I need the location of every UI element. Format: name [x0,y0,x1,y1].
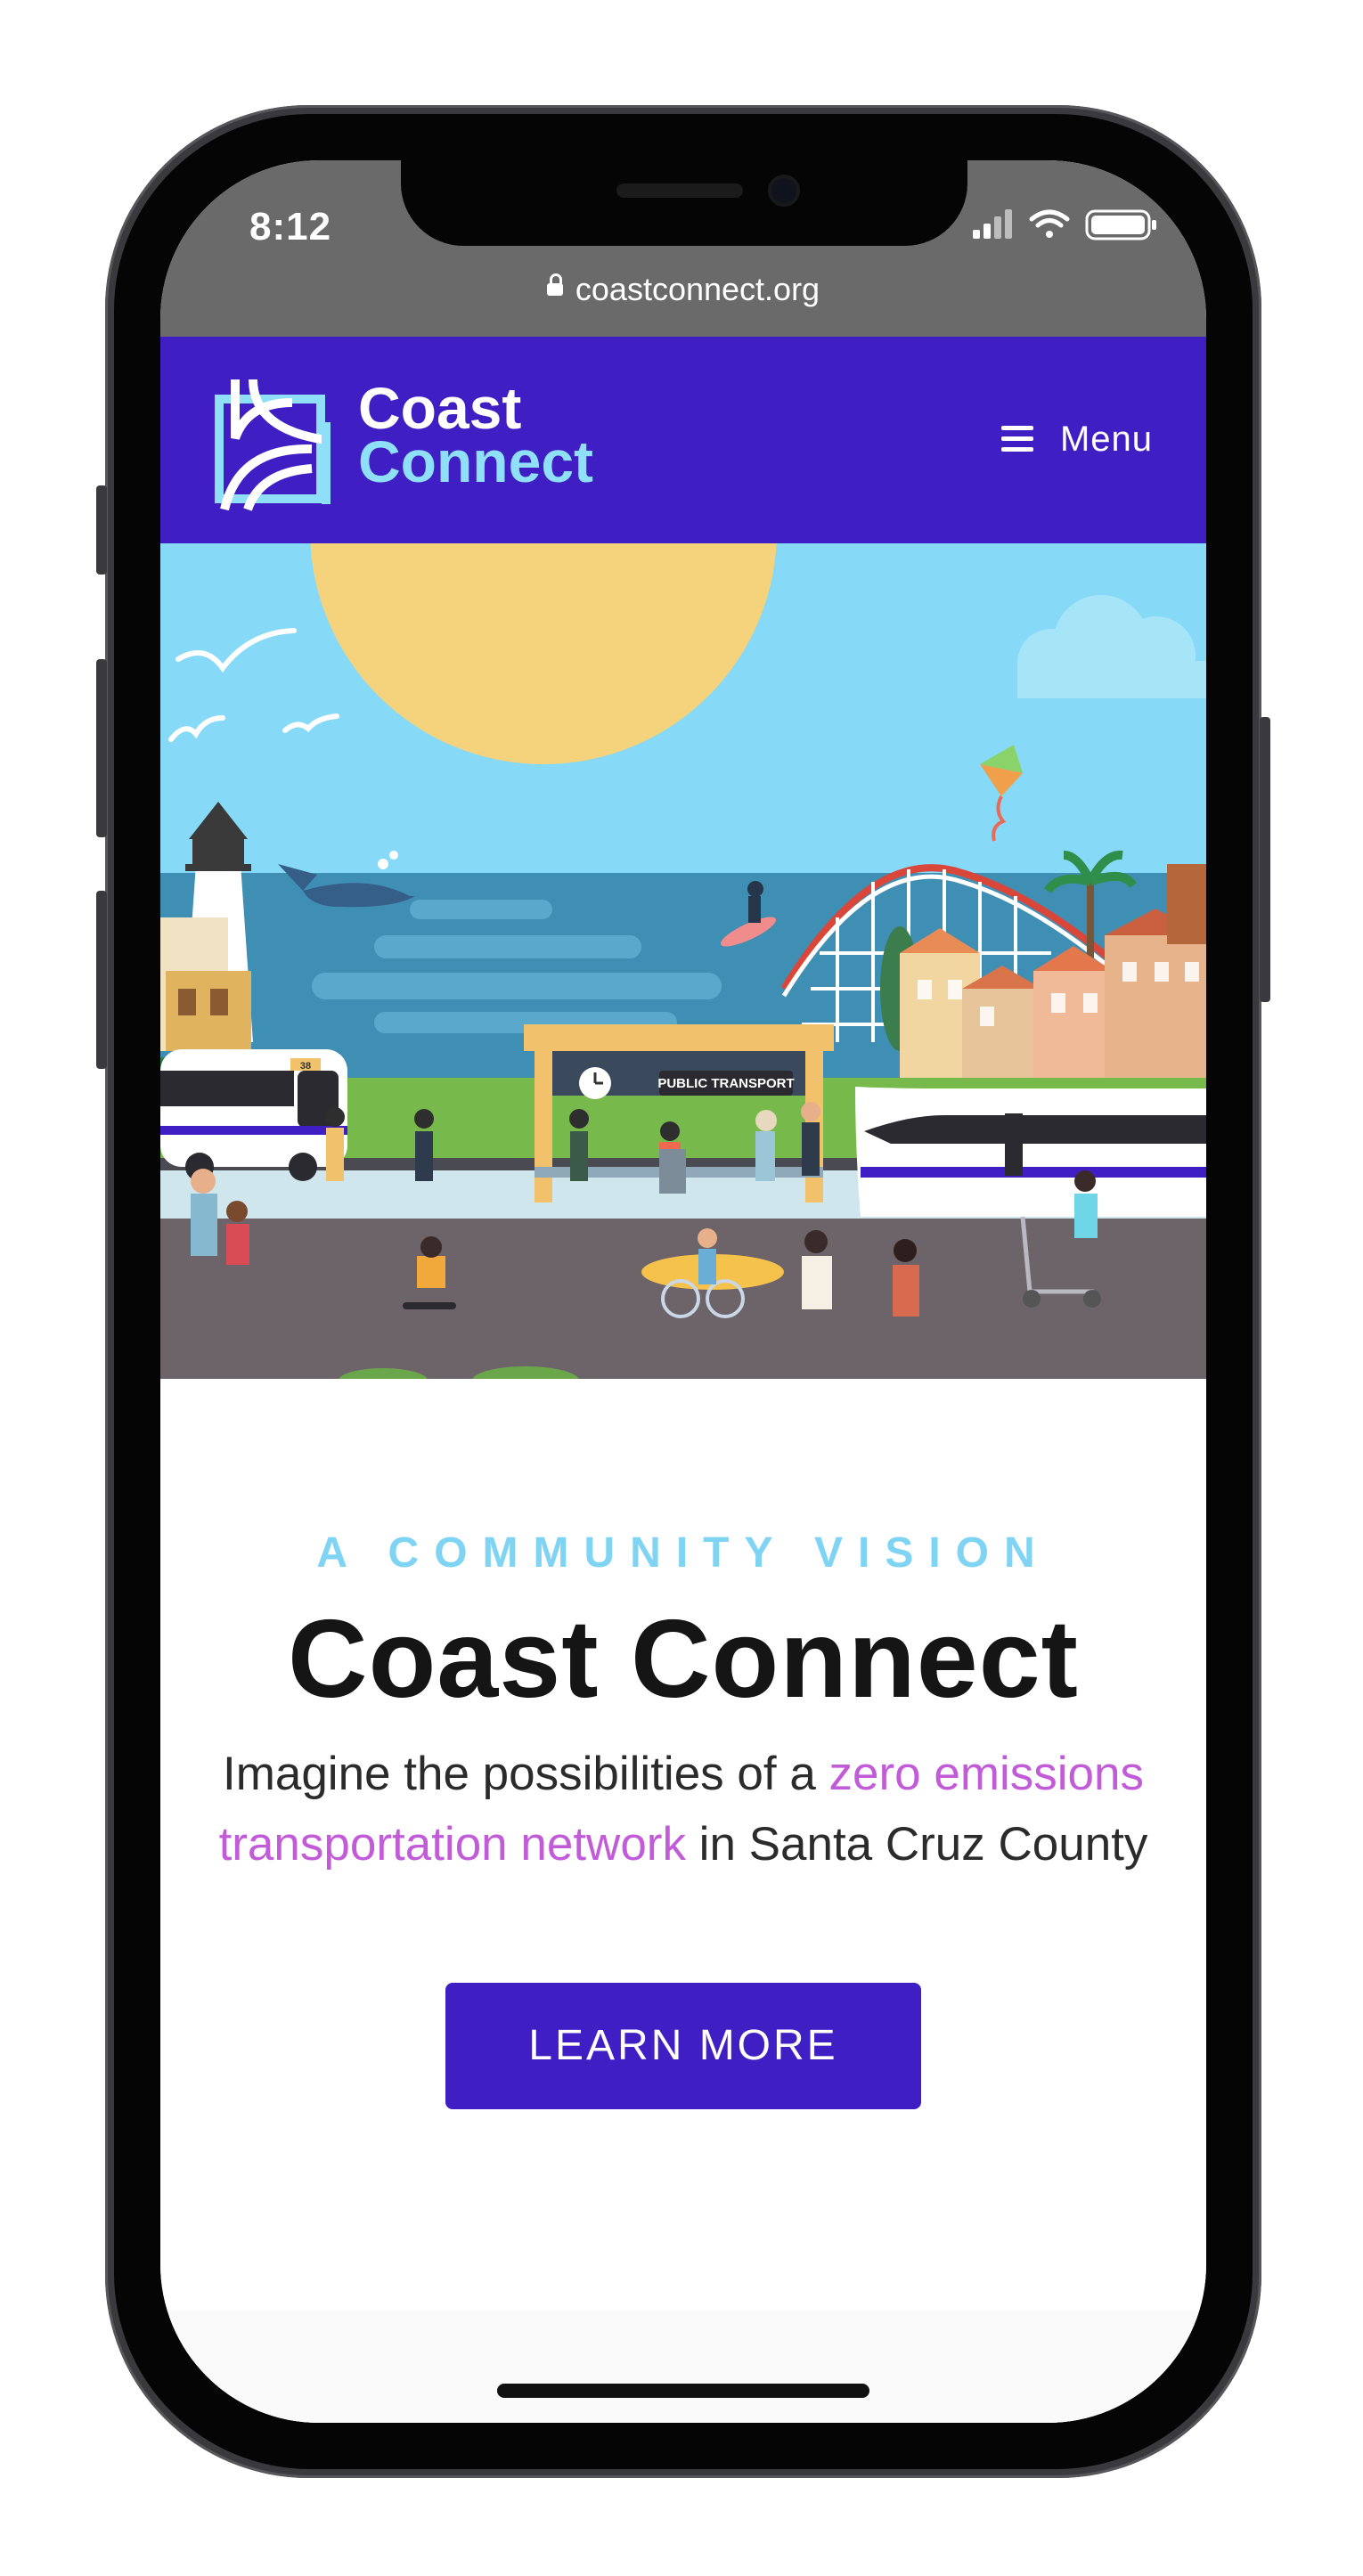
home-indicator[interactable] [497,2384,869,2398]
hero-illustration: PUBLIC TRANSPORT 38 [160,298,1206,1395]
next-section-edge [160,2311,1206,2423]
camera [768,175,800,207]
eyebrow-text: A COMMUNITY VISION [316,1529,1050,1577]
site-header: Coast Connect Menu [160,337,1206,543]
hamburger-icon [1000,426,1033,452]
logo-wordmark[interactable]: Coast Connect [358,379,593,494]
menu-label: Menu [1059,419,1153,459]
logo-line-2: Connect [358,428,593,494]
status-icons [969,207,1165,242]
address-bar[interactable]: coastconnect.org [160,271,1206,308]
volume-up-button [96,659,107,837]
intro-text: Imagine the possibilities of a zero emis… [187,1739,1179,1879]
power-button [1260,717,1270,1002]
intro-text-start: Imagine the possibilities of a [222,1748,829,1800]
lock-icon [546,273,563,297]
phone-screen: 8:12 coastconnect.org Coast Connect Menu… [160,160,1206,2423]
notch [401,160,967,246]
menu-button[interactable]: Menu [1000,417,1153,461]
intro-text-end: in Santa Cruz County [685,1818,1148,1871]
status-time: 8:12 [249,205,332,249]
volume-down-button [96,891,107,1069]
action-button [96,485,107,575]
wifi-icon [1029,209,1070,238]
status-bar: 8:12 coastconnect.org [160,160,1206,337]
bus-number: 38 [300,1061,311,1072]
learn-more-button[interactable]: LEARN MORE [445,1983,921,2109]
signal-icon [973,209,1012,239]
station-sign: PUBLIC TRANSPORT [657,1076,794,1091]
battery-icon [1085,209,1156,240]
bus: 38 [160,1049,347,1181]
logo-icon[interactable] [212,376,339,511]
page-title: Coast Connect [288,1598,1079,1721]
intro-section: A COMMUNITY VISION Coast Connect Imagine… [160,1379,1206,2423]
url-text: coastconnect.org [575,271,820,307]
train [855,1087,1206,1217]
speaker [616,183,743,198]
